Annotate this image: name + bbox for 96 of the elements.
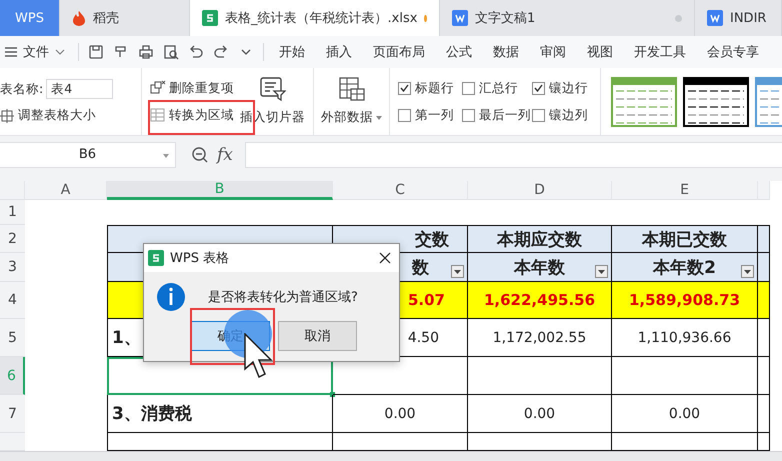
table-style-thumbnail[interactable]: [683, 76, 749, 126]
cursor-icon: [244, 333, 276, 379]
table-cell: 1,172,002.55: [468, 319, 612, 357]
tab-label: INDIR: [730, 10, 766, 26]
option-checkbox[interactable]: 最后一列: [462, 106, 532, 124]
table-cell: 本年数2: [612, 253, 758, 282]
table-cell: 0.00: [468, 395, 612, 433]
checkbox[interactable]: [398, 82, 411, 94]
table-style-thumbnail[interactable]: [611, 76, 677, 126]
ribbon-tab[interactable]: 视图: [587, 43, 613, 61]
external-data-button[interactable]: 外部数据: [321, 77, 382, 126]
menu-icon: [5, 47, 17, 57]
checkmark-icon: [534, 84, 543, 92]
caret-icon: [454, 270, 461, 274]
ribbon-tab[interactable]: 会员专享: [707, 43, 759, 61]
file-menu[interactable]: 文件: [0, 43, 69, 61]
table-cell: 本期应交数: [468, 225, 612, 253]
tab-label: 文字文稿1: [475, 10, 536, 27]
checkmark-icon: [400, 84, 409, 92]
option-checkbox[interactable]: 镶边列: [532, 106, 592, 124]
row-header[interactable]: 7: [0, 395, 25, 433]
table-cell: 1,622,495.56: [468, 282, 612, 319]
caret-icon: [163, 154, 169, 158]
row-header[interactable]: 3: [0, 253, 25, 282]
tab-label: 表格_统计表（年税统计表）.xlsx: [225, 10, 418, 27]
tab-label: 稻壳: [93, 10, 119, 27]
checkbox[interactable]: [532, 82, 545, 94]
table-cell: 本期已交数: [612, 225, 758, 253]
option-checkbox[interactable]: 汇总行: [462, 80, 532, 96]
spreadsheet-icon: [148, 250, 164, 266]
slicer-icon: [260, 77, 286, 101]
cancel-button[interactable]: 取消: [278, 321, 357, 351]
row-header[interactable]: 4: [0, 282, 25, 319]
function-button[interactable]: fx: [217, 144, 233, 164]
table-icon: [150, 107, 166, 123]
resize-icon: [0, 108, 14, 122]
remove-duplicates-button[interactable]: 删除重复项: [150, 80, 234, 96]
column-header[interactable]: C: [333, 181, 468, 200]
close-icon[interactable]: [379, 252, 391, 264]
spreadsheet-icon: [202, 10, 218, 26]
filter-button[interactable]: [741, 265, 754, 278]
filter-button[interactable]: [451, 265, 464, 278]
ribbon-tab[interactable]: 数据: [493, 43, 519, 61]
table-cell: 3、消费税: [107, 395, 333, 433]
redo-icon[interactable]: [213, 44, 229, 60]
row-header[interactable]: 1: [0, 200, 25, 225]
formula-input[interactable]: [244, 142, 782, 168]
document-icon: [707, 10, 723, 26]
table-cell: 1,110,936.66: [612, 319, 758, 357]
ribbon-tab[interactable]: 审阅: [540, 43, 566, 61]
name-box[interactable]: B6: [0, 142, 176, 168]
option-checkbox[interactable]: 标题行: [398, 80, 462, 96]
ribbon-tab[interactable]: 公式: [446, 43, 472, 61]
field-label: 表名称:: [0, 80, 44, 98]
ribbon-tab[interactable]: 开始: [279, 43, 305, 61]
table-cell: 0.00: [333, 395, 468, 433]
table-cell: 0.00: [612, 395, 758, 433]
column-header[interactable]: A: [25, 181, 107, 200]
file-menu-label: 文件: [23, 44, 49, 61]
checkbox[interactable]: [462, 82, 475, 94]
convert-to-range-button[interactable]: 转换为区域: [150, 106, 234, 124]
checkbox[interactable]: [462, 108, 475, 122]
checkbox[interactable]: [398, 108, 411, 122]
dialog-title: WPS 表格: [170, 250, 230, 267]
option-checkbox[interactable]: 第一列: [398, 106, 462, 124]
tab-label: WPS: [15, 10, 44, 26]
caret-icon: [598, 270, 605, 274]
caret-icon: [376, 116, 382, 120]
chevron-icon: [55, 49, 65, 55]
data-table-icon: [338, 77, 364, 101]
checkbox[interactable]: [532, 108, 545, 122]
option-checkbox[interactable]: 镶边行: [532, 80, 592, 96]
row-header[interactable]: 2: [0, 225, 25, 253]
print-preview-icon[interactable]: [163, 44, 179, 60]
save-icon[interactable]: [88, 44, 104, 60]
column-header[interactable]: D: [468, 181, 612, 200]
duplicate-icon: [150, 80, 166, 96]
undo-icon[interactable]: [188, 44, 204, 60]
print-icon[interactable]: [138, 44, 154, 60]
resize-table-button[interactable]: 调整表格大小: [0, 107, 133, 124]
table-name-field[interactable]: 表4: [46, 79, 114, 99]
caret-icon: [744, 270, 751, 274]
ribbon-tab[interactable]: 插入: [326, 43, 352, 61]
row-header[interactable]: 5: [0, 319, 25, 357]
ribbon-tab[interactable]: 页面布局: [373, 43, 425, 61]
column-header[interactable]: E: [612, 181, 758, 200]
zoom-out-icon[interactable]: [191, 146, 209, 164]
table-cell: 1,589,908.73: [612, 282, 758, 319]
document-icon: [452, 10, 468, 26]
filter-button[interactable]: [595, 265, 608, 278]
table-cell: 本年数: [468, 253, 612, 282]
flame-icon: [72, 10, 86, 26]
document-tab[interactable]: 表格_统计表（年税统计表）.xlsx: [190, 0, 440, 36]
document-tab[interactable]: WPS: [0, 0, 60, 36]
ribbon-tab[interactable]: 开发工具: [634, 43, 686, 61]
info-icon: [156, 282, 186, 312]
